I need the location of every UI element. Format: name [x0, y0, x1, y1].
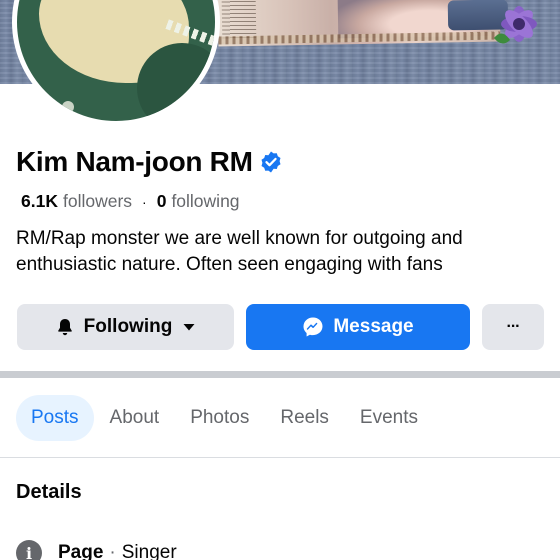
profile-name-row: Kim Nam-joon RM	[16, 145, 283, 179]
tabs-divider	[0, 457, 560, 458]
followers-count[interactable]: 6.1K	[21, 191, 58, 212]
caret-down-icon	[182, 322, 196, 332]
profile-tabs: Posts About Photos Reels Events	[16, 395, 434, 441]
tab-events[interactable]: Events	[345, 395, 433, 441]
info-icon: i	[16, 540, 42, 560]
following-count[interactable]: 0	[157, 191, 167, 212]
avatar-image	[17, 0, 215, 121]
section-divider	[0, 371, 560, 378]
verified-badge-icon[interactable]	[259, 150, 283, 174]
profile-name: Kim Nam-joon RM	[16, 146, 253, 177]
avatar-dot	[62, 101, 74, 113]
profile-stats: 6.1K followers · 0 following	[21, 191, 240, 212]
page-separator: ·	[109, 542, 116, 560]
profile-avatar[interactable]	[12, 0, 220, 126]
following-button-label: Following	[83, 316, 173, 337]
avatar-dot	[202, 73, 212, 83]
bell-icon	[55, 317, 75, 337]
tab-photos[interactable]: Photos	[175, 395, 264, 441]
following-label[interactable]: following	[171, 191, 239, 212]
details-heading: Details	[16, 481, 82, 503]
collage-newsprint	[221, 0, 257, 39]
stats-separator: ·	[142, 193, 147, 210]
flower-decoration	[494, 6, 537, 44]
page-label: Page	[58, 542, 104, 560]
more-options-button[interactable]: ···	[482, 304, 544, 350]
tab-about[interactable]: About	[95, 395, 175, 441]
tab-posts[interactable]: Posts	[16, 395, 94, 441]
tab-reels[interactable]: Reels	[265, 395, 344, 441]
following-button[interactable]: Following	[17, 304, 234, 350]
message-button-label: Message	[333, 316, 414, 337]
details-page-row: i Page · Singer	[16, 540, 177, 560]
followers-label[interactable]: followers	[63, 191, 132, 212]
more-icon: ···	[506, 318, 521, 335]
message-button[interactable]: Message	[246, 304, 470, 350]
messenger-icon	[302, 316, 324, 338]
cover-collage	[217, 0, 509, 47]
profile-bio: RM/Rap monster we are well known for out…	[16, 228, 463, 275]
page-category[interactable]: Singer	[122, 542, 177, 560]
